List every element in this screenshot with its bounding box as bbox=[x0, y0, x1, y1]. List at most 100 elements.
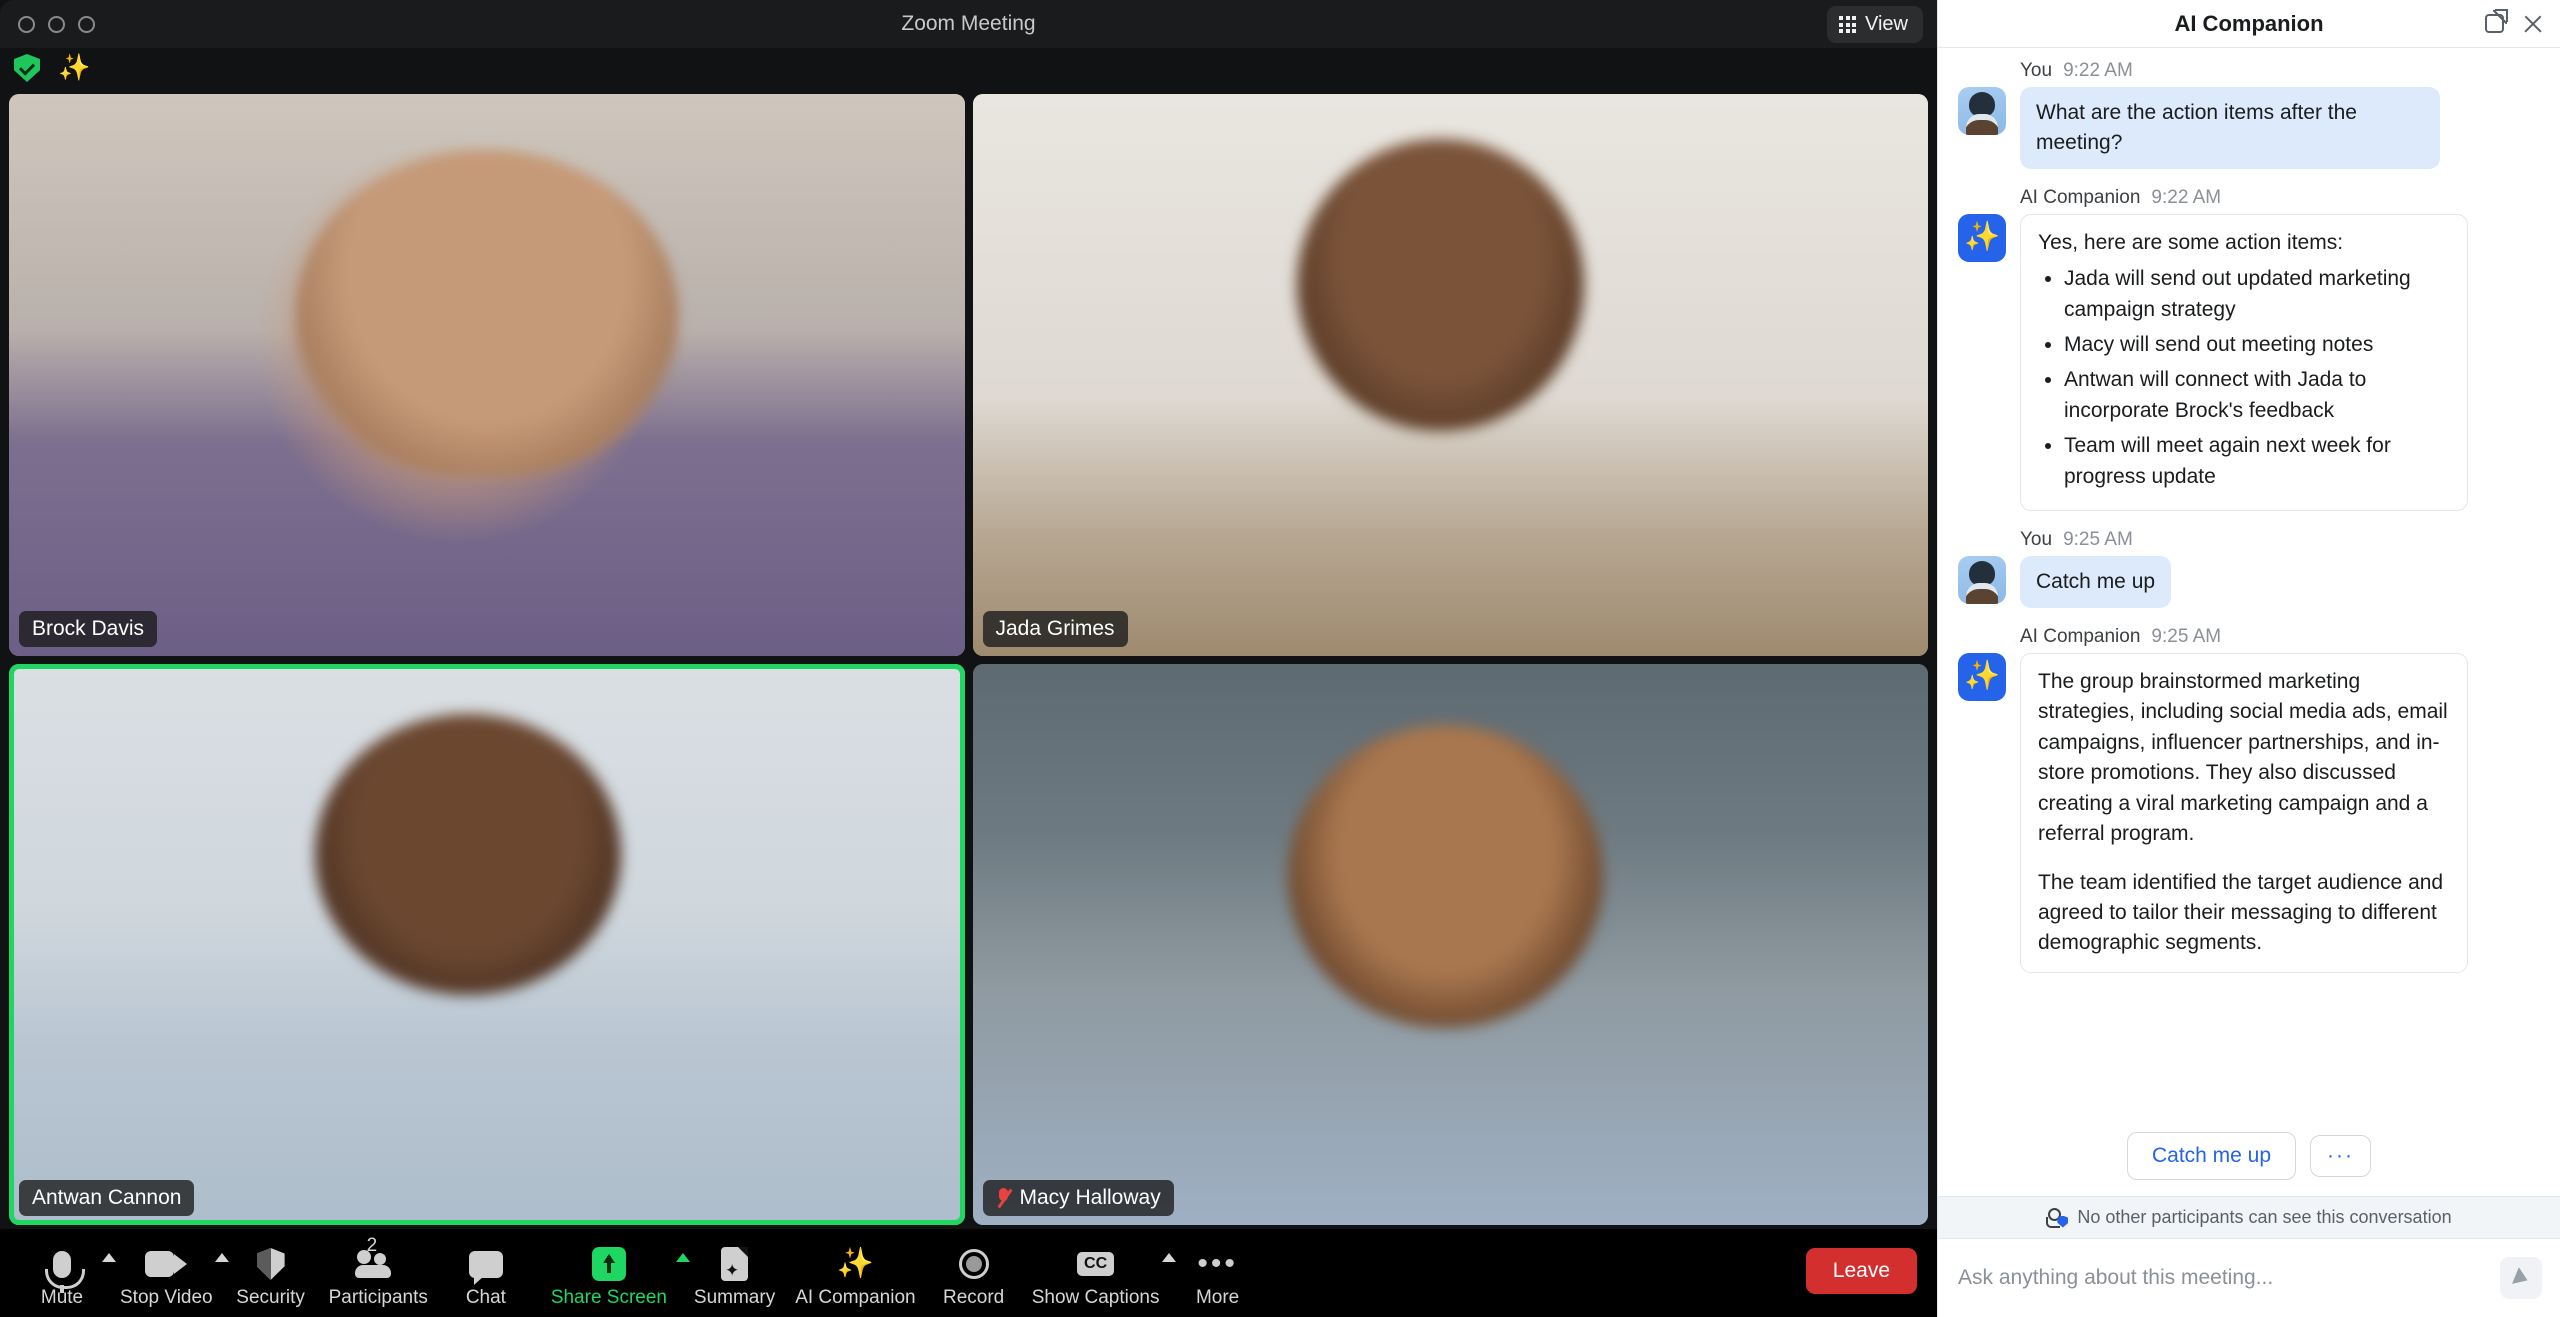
ask-input[interactable] bbox=[1958, 1266, 2488, 1290]
message-text: What are the action items after the meet… bbox=[2020, 87, 2440, 169]
list-item: Team will meet again next week for progr… bbox=[2064, 431, 2450, 492]
message-ai: AI Companion 9:22 AM ✨ Yes, here are som… bbox=[1958, 187, 2540, 512]
meeting-area: Zoom Meeting View ✨ Brock Davis Jada Gri… bbox=[0, 0, 1937, 1317]
message-meta: AI Companion 9:22 AM bbox=[2020, 187, 2540, 209]
message-meta: You 9:22 AM bbox=[2020, 60, 2540, 82]
ai-sparkle-icon[interactable]: ✨ bbox=[58, 54, 90, 80]
muted-microphone-icon bbox=[996, 1187, 1011, 1209]
participant-video bbox=[972, 663, 1928, 1225]
message-body: ✨ Yes, here are some action items: Jada … bbox=[1958, 213, 2540, 512]
video-tile[interactable]: Macy Halloway bbox=[972, 663, 1928, 1225]
show-captions-button[interactable]: CC Show Captions bbox=[1022, 1237, 1176, 1309]
window-traffic-lights[interactable] bbox=[18, 15, 95, 33]
participants-button[interactable]: 2 Participants bbox=[319, 1235, 438, 1309]
message-author: You bbox=[2020, 60, 2053, 81]
closed-captions-icon: CC bbox=[1077, 1245, 1115, 1283]
message-author: AI Companion bbox=[2020, 625, 2141, 647]
participant-name: Macy Halloway bbox=[1019, 1186, 1161, 1209]
list-item: Macy will send out meeting notes bbox=[2064, 330, 2450, 360]
participant-name-badge: Brock Davis bbox=[19, 610, 158, 647]
meeting-toolbar: Mute Stop Video Security 2 Participants … bbox=[0, 1229, 1937, 1317]
summary-doc-icon bbox=[721, 1245, 749, 1283]
chat-label: Chat bbox=[465, 1287, 506, 1308]
send-icon bbox=[2511, 1267, 2531, 1289]
more-label: More bbox=[1195, 1287, 1240, 1308]
summary-button[interactable]: Summary bbox=[684, 1237, 785, 1309]
record-button[interactable]: Record bbox=[926, 1237, 1022, 1309]
leave-button[interactable]: Leave bbox=[1805, 1248, 1917, 1294]
participants-count: 2 bbox=[366, 1235, 378, 1256]
security-button[interactable]: Security bbox=[223, 1237, 319, 1309]
maximize-window-button[interactable] bbox=[78, 15, 95, 33]
participant-privacy-icon bbox=[2046, 1207, 2069, 1228]
ai-companion-label: AI Companion bbox=[795, 1287, 916, 1308]
ai-sparkle-icon: ✨ bbox=[836, 1247, 875, 1280]
zoom-app-window: Zoom Meeting View ✨ Brock Davis Jada Gri… bbox=[0, 0, 2560, 1317]
message-meta: AI Companion 9:25 AM bbox=[2020, 626, 2540, 648]
send-button[interactable] bbox=[2500, 1257, 2542, 1299]
message-time: 9:25 AM bbox=[2151, 625, 2222, 647]
summary-paragraph: The group brainstormed marketing strateg… bbox=[2038, 669, 2448, 846]
video-gallery: Brock Davis Jada Grimes Antwan Cannon Ma… bbox=[0, 88, 1937, 1229]
message-time: 9:22 AM bbox=[2151, 186, 2222, 208]
participants-label: Participants bbox=[328, 1287, 428, 1308]
record-circle-icon bbox=[958, 1245, 989, 1283]
list-item: Antwan will connect with Jada to incorpo… bbox=[2064, 365, 2450, 426]
quick-actions: Catch me up ··· bbox=[1938, 1122, 2560, 1196]
more-suggestions-button[interactable]: ··· bbox=[2310, 1134, 2372, 1178]
message-ai: AI Companion 9:25 AM ✨ The group brainst… bbox=[1958, 626, 2540, 973]
share-screen-label: Share Screen bbox=[550, 1287, 667, 1308]
participant-video bbox=[972, 94, 1928, 656]
participant-video bbox=[9, 94, 965, 656]
participant-name: Antwan Cannon bbox=[32, 1186, 182, 1209]
meeting-status-indicators: ✨ bbox=[0, 48, 1937, 88]
participant-name-badge: Antwan Cannon bbox=[19, 1180, 195, 1216]
message-body: Catch me up bbox=[1958, 556, 2540, 608]
avatar bbox=[1958, 556, 2006, 605]
ai-companion-panel: AI Companion You 9:22 AM What are the ac… bbox=[1937, 0, 2560, 1317]
encryption-shield-icon[interactable] bbox=[14, 54, 40, 82]
message-user: You 9:25 AM Catch me up bbox=[1958, 529, 2540, 608]
grid-icon bbox=[1839, 16, 1856, 33]
share-screen-icon bbox=[591, 1245, 626, 1283]
conversation-thread[interactable]: You 9:22 AM What are the action items af… bbox=[1938, 48, 2560, 1122]
message-body: What are the action items after the meet… bbox=[1958, 87, 2540, 169]
open-in-new-icon[interactable] bbox=[2485, 9, 2508, 33]
message-time: 9:22 AM bbox=[2063, 60, 2133, 81]
video-tile[interactable]: Brock Davis bbox=[9, 94, 965, 656]
privacy-notice-text: No other participants can see this conve… bbox=[2077, 1207, 2452, 1227]
view-button-label: View bbox=[1865, 13, 1908, 35]
ai-companion-button[interactable]: ✨ AI Companion bbox=[785, 1237, 925, 1309]
stop-video-button[interactable]: Stop Video bbox=[110, 1237, 229, 1309]
close-window-button[interactable] bbox=[18, 15, 35, 33]
share-screen-button[interactable]: Share Screen bbox=[534, 1237, 690, 1309]
composer bbox=[1938, 1239, 2560, 1317]
participant-name: Jada Grimes bbox=[995, 616, 1115, 640]
close-icon[interactable] bbox=[2522, 13, 2544, 35]
video-tile-active-speaker[interactable]: Antwan Cannon bbox=[9, 663, 965, 1225]
chat-button[interactable]: Chat bbox=[438, 1237, 534, 1309]
catch-me-up-button[interactable]: Catch me up bbox=[2126, 1132, 2297, 1180]
shield-icon bbox=[256, 1245, 285, 1283]
action-items-intro: Yes, here are some action items: bbox=[2038, 230, 2344, 254]
message-text: Yes, here are some action items: Jada wi… bbox=[2020, 213, 2468, 512]
view-button[interactable]: View bbox=[1827, 6, 1923, 43]
message-author: AI Companion bbox=[2020, 186, 2141, 208]
minimize-window-button[interactable] bbox=[48, 15, 65, 33]
message-body: ✨ The group brainstormed marketing strat… bbox=[1958, 652, 2540, 973]
participant-video bbox=[9, 663, 965, 1225]
panel-header: AI Companion bbox=[1938, 0, 2560, 48]
more-button[interactable]: ••• More bbox=[1170, 1237, 1266, 1309]
window-title: Zoom Meeting bbox=[901, 12, 1036, 35]
message-author: You bbox=[2020, 529, 2053, 551]
mute-button[interactable]: Mute bbox=[14, 1237, 116, 1309]
ellipsis-icon: ••• bbox=[1197, 1247, 1238, 1280]
security-label: Security bbox=[236, 1287, 305, 1308]
ai-avatar-sparkle-icon: ✨ bbox=[1958, 213, 2006, 262]
privacy-notice: No other participants can see this conve… bbox=[1938, 1196, 2560, 1239]
participant-name-badge: Jada Grimes bbox=[982, 610, 1128, 647]
video-tile[interactable]: Jada Grimes bbox=[972, 94, 1928, 656]
show-captions-label: Show Captions bbox=[1031, 1287, 1160, 1308]
panel-title: AI Companion bbox=[2174, 10, 2324, 36]
record-label: Record bbox=[942, 1287, 1005, 1308]
